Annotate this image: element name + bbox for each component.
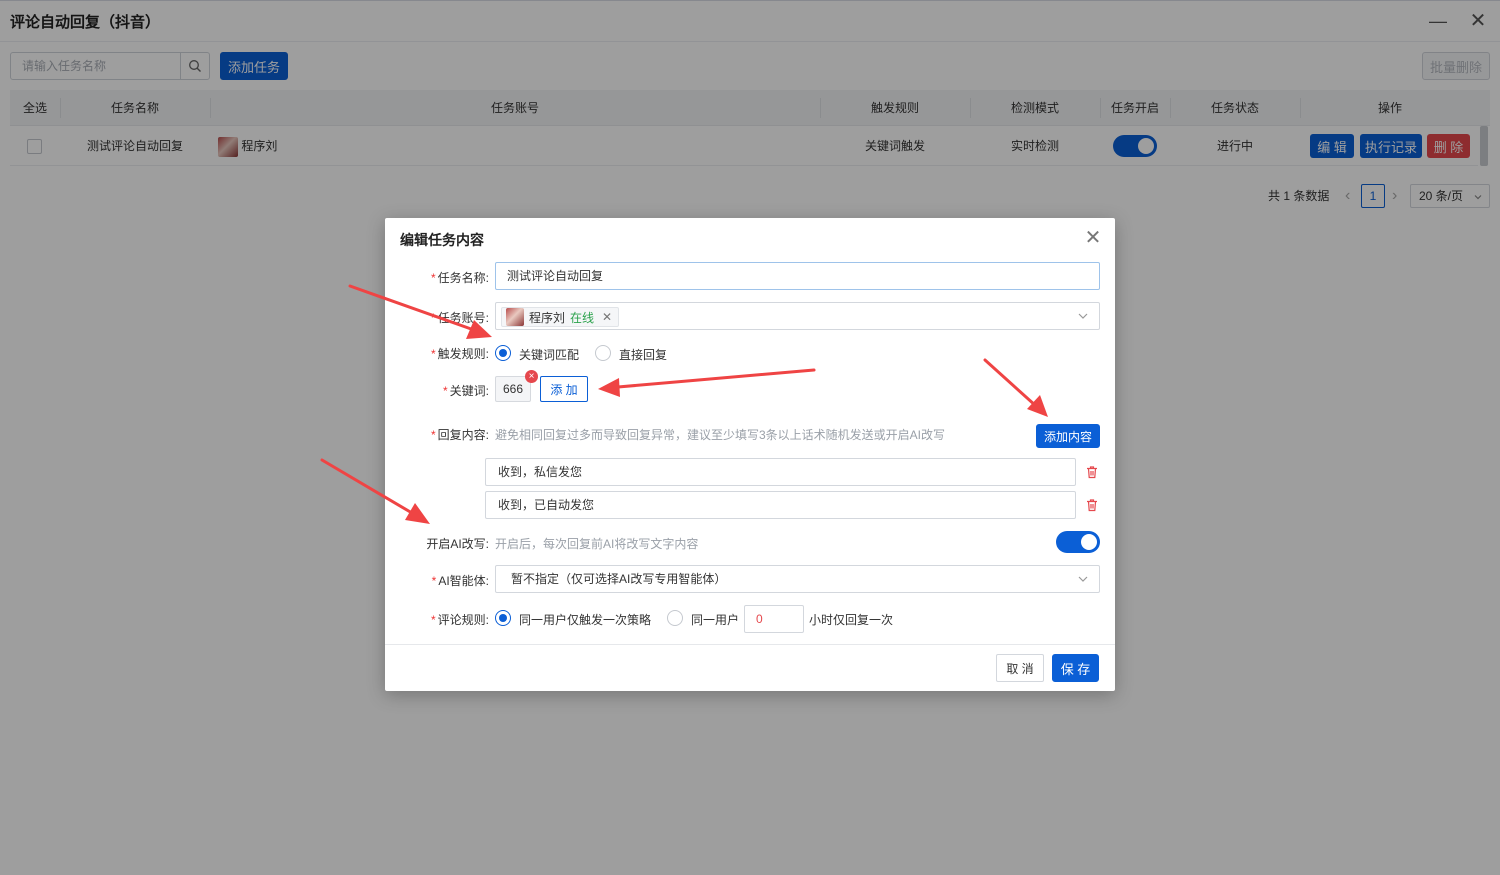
arrow-ai-rewrite xyxy=(320,458,414,515)
annotation-arrows xyxy=(320,284,1048,524)
arrow-add-content xyxy=(983,358,1038,408)
arrow-keyword-add xyxy=(616,368,816,389)
arrow-trigger-rule xyxy=(348,284,476,332)
